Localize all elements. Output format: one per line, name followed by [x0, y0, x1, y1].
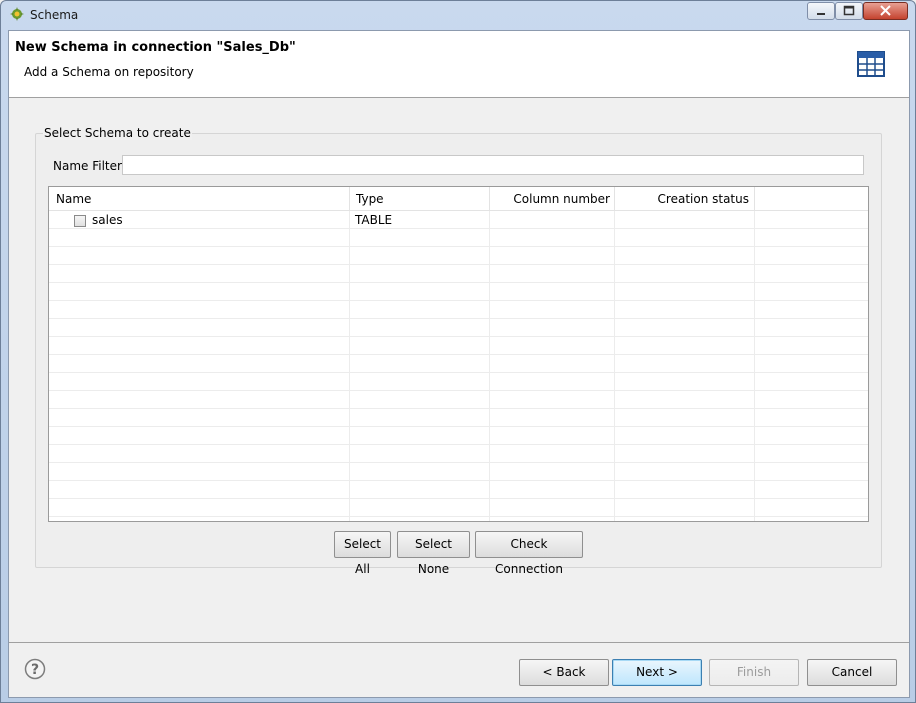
table-grid-icon [857, 51, 885, 77]
empty-row [49, 391, 868, 409]
row-checkbox[interactable] [74, 215, 86, 227]
column-header-creation-status[interactable]: Creation status [615, 187, 755, 211]
column-header-column-number[interactable]: Column number [490, 187, 615, 211]
minimize-button[interactable] [807, 2, 835, 20]
group-legend: Select Schema to create [43, 126, 192, 140]
row-name: sales [92, 213, 123, 227]
svg-text:?: ? [31, 662, 39, 678]
empty-row [49, 373, 868, 391]
close-window-button[interactable] [863, 2, 908, 20]
empty-row [49, 265, 868, 283]
check-connection-button[interactable]: Check Connection [475, 531, 583, 576]
empty-row [49, 301, 868, 319]
name-filter-input[interactable] [122, 155, 864, 175]
empty-row [49, 229, 868, 247]
row-type: TABLE [355, 213, 393, 227]
table-row[interactable]: sales TABLE [49, 211, 868, 229]
back-button[interactable]: < Back [519, 659, 609, 686]
wizard-header: New Schema in connection "Sales_Db" Add … [9, 31, 909, 98]
column-header-type[interactable]: Type [350, 187, 490, 211]
talend-app-icon [10, 7, 24, 21]
name-filter-label: Name Filter: [53, 159, 126, 173]
empty-row [49, 283, 868, 301]
empty-row [49, 409, 868, 427]
empty-row [49, 481, 868, 499]
select-none-button[interactable]: Select None [397, 531, 470, 576]
table-header: Name Type Column number Creation status [49, 187, 868, 211]
minimize-icon [817, 13, 825, 15]
schema-table: Name Type Column number Creation status … [48, 186, 869, 522]
column-header-name[interactable]: Name [49, 187, 350, 211]
select-all-button[interactable]: Select All [334, 531, 391, 576]
empty-row [49, 445, 868, 463]
maximize-icon [843, 5, 855, 16]
maximize-button[interactable] [835, 2, 863, 20]
window-title: Schema [30, 8, 79, 22]
empty-row [49, 355, 868, 373]
finish-button[interactable]: Finish [709, 659, 799, 686]
empty-row [49, 499, 868, 517]
empty-row [49, 247, 868, 265]
dialog-client-area: New Schema in connection "Sales_Db" Add … [8, 30, 910, 698]
next-button[interactable]: Next > [612, 659, 702, 686]
cancel-button[interactable]: Cancel [807, 659, 897, 686]
close-icon [880, 5, 891, 16]
footer-separator [9, 642, 909, 643]
empty-row [49, 319, 868, 337]
empty-row [49, 463, 868, 481]
empty-row [49, 337, 868, 355]
schema-dialog-window: Schema New Schema in connection "Sales_D… [0, 0, 916, 703]
empty-row [49, 427, 868, 445]
wizard-subtitle: Add a Schema on repository [24, 65, 194, 79]
row-column-number [494, 211, 610, 229]
row-creation-status [619, 211, 749, 229]
help-question-icon[interactable]: ? [24, 658, 46, 680]
wizard-title: New Schema in connection "Sales_Db" [15, 40, 296, 55]
title-bar: Schema [1, 1, 915, 29]
